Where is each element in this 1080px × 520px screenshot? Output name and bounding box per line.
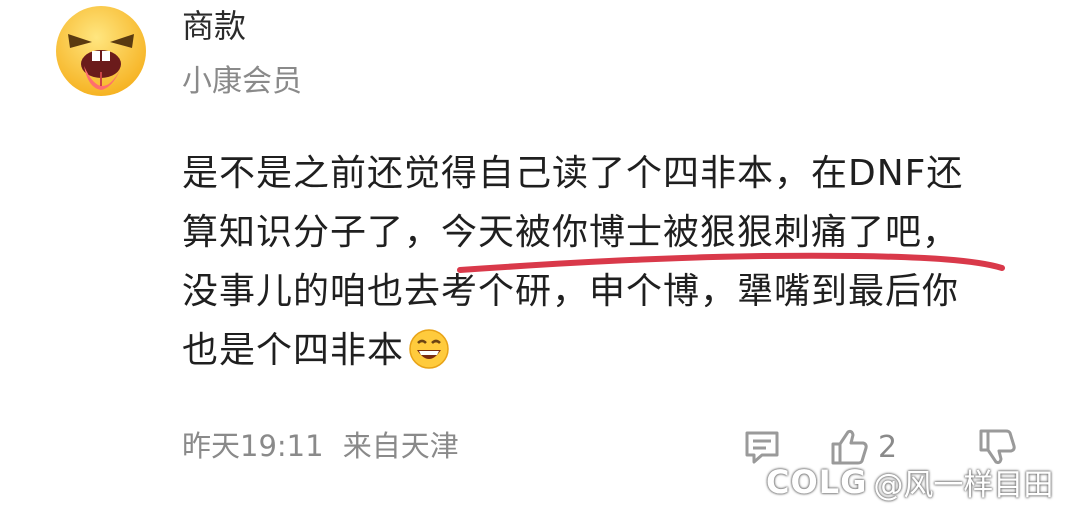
tongue-out-face-icon [56, 6, 146, 96]
comment-card: 商款 小康会员 是不是之前还觉得自己读了个四非本，在DNF还 算知识分子了，今天… [0, 0, 1080, 520]
watermark-handle: @风一样目田 [873, 468, 1054, 503]
comment-text: 是不是之前还觉得自己读了个四非本，在DNF还 算知识分子了，今天被你博士被狠狠刺… [182, 144, 1052, 380]
timestamp: 昨天19:11 [182, 429, 324, 463]
highlighted-text: 今天被你博士被狠狠刺痛了吧， [441, 212, 960, 253]
comment-line-2: 算知识分子了，今天被你博士被狠狠刺痛了吧， [182, 203, 1052, 262]
author-name[interactable]: 商款 [182, 6, 246, 46]
comment-line-2-start: 算知识分子了， [182, 212, 442, 253]
comment-line-1: 是不是之前还觉得自己读了个四非本，在DNF还 [182, 153, 964, 194]
watermark: COLG @风一样目田 [766, 460, 1053, 504]
comment-meta: 昨天19:11 来自天津 [182, 426, 459, 466]
member-badge: 小康会员 [182, 64, 302, 99]
grinning-face-icon [409, 329, 449, 369]
comment-line-3: 没事儿的咱也去考个研，申个博，犟嘴到最后你 [182, 271, 960, 312]
comment-line-4: 也是个四非本 [182, 321, 1052, 380]
comment-line-4-text: 也是个四非本 [182, 330, 405, 371]
watermark-logo: COLG [766, 463, 868, 501]
avatar[interactable] [54, 4, 148, 98]
location: 来自天津 [342, 429, 459, 463]
